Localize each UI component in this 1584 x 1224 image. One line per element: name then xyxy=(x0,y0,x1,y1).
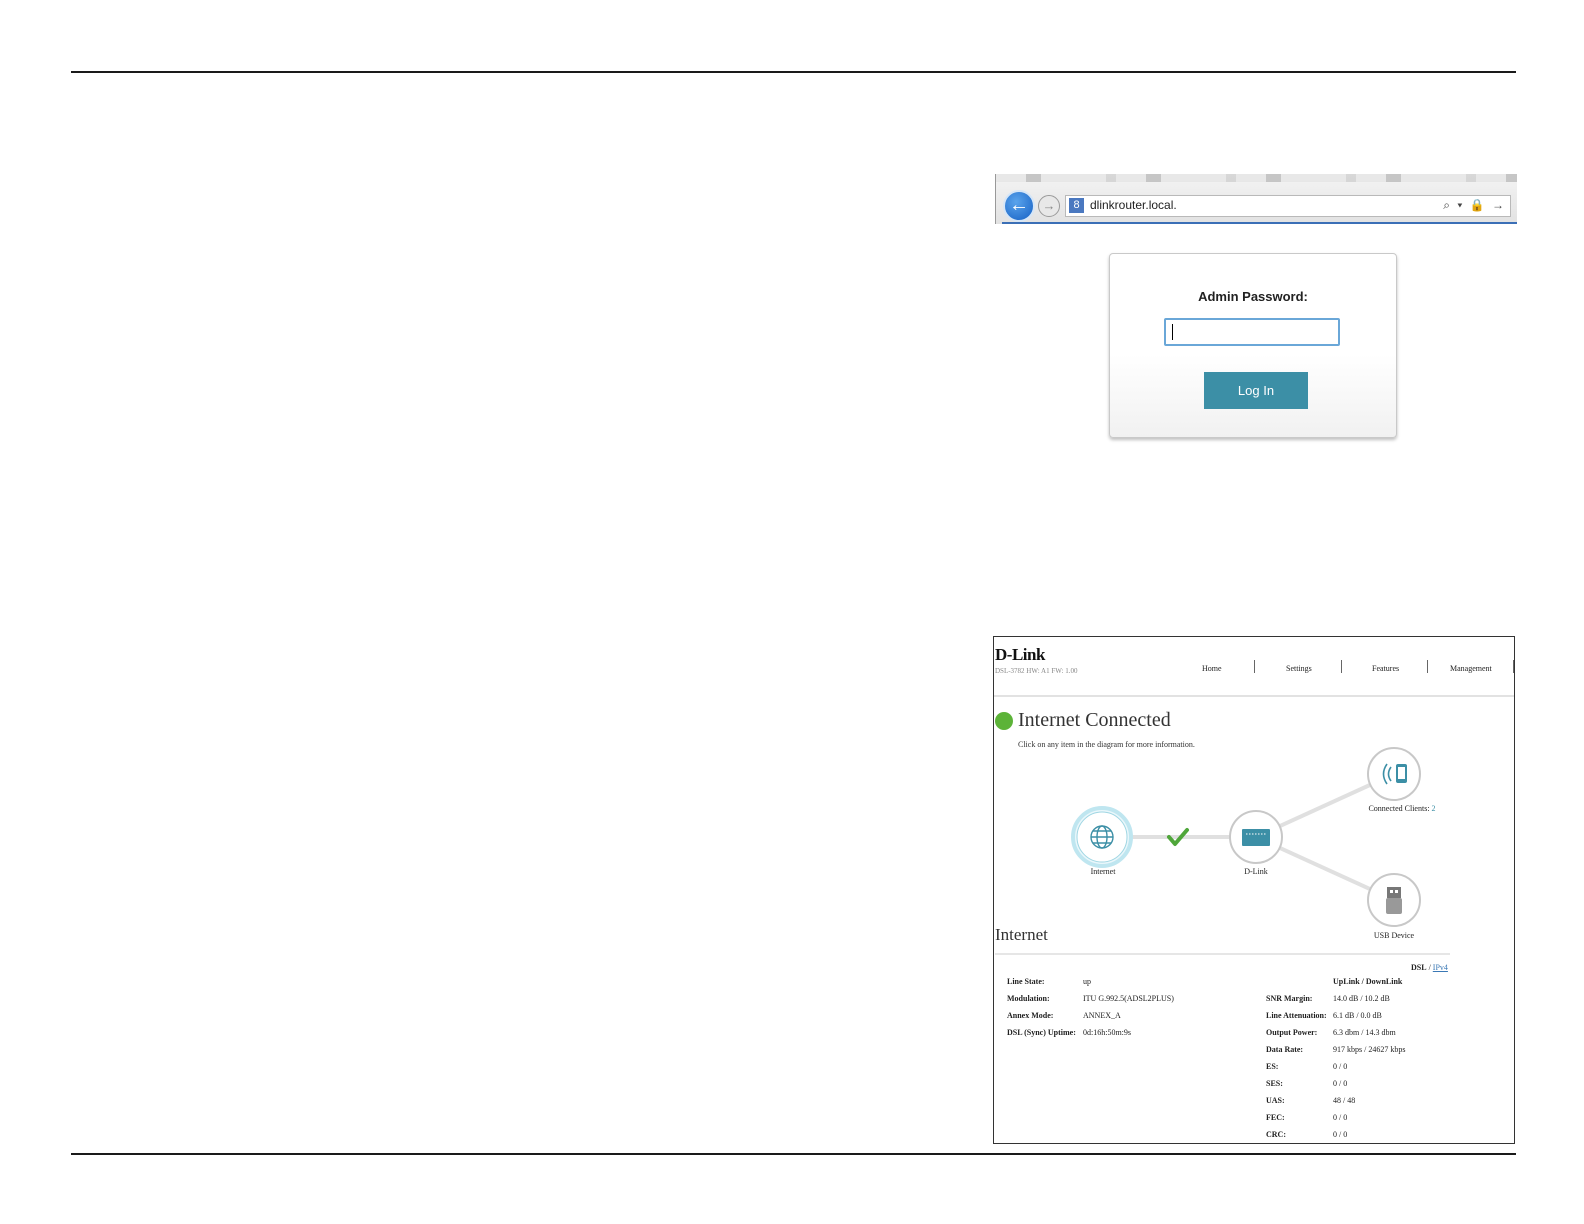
stat-key: DSL (Sync) Uptime: xyxy=(1007,1028,1076,1037)
stat-line-attenuation: Line Attenuation: xyxy=(1266,1011,1327,1020)
stat-key: Line State: xyxy=(1007,977,1045,986)
stat-uas: UAS: xyxy=(1266,1096,1285,1105)
dlink-logo: D-Link xyxy=(995,645,1045,664)
back-button[interactable]: ← xyxy=(1003,190,1035,222)
stat-line-state: Line State: xyxy=(1007,977,1045,986)
site-favicon-icon: 8 xyxy=(1069,198,1084,213)
usb-device-label: USB Device xyxy=(1373,931,1415,940)
stat-modulation: Modulation: xyxy=(1007,994,1050,1003)
internet-section-title: Internet xyxy=(995,925,1048,944)
stat-annex-mode: Annex Mode: xyxy=(1007,1011,1053,1020)
connected-clients-count: 2 xyxy=(1431,804,1436,813)
nav-separator xyxy=(1427,660,1428,673)
stat-dsl-uptime-value: 0d:16h:50m:9s xyxy=(1083,1028,1132,1037)
tab-ipv4[interactable]: IPv4 xyxy=(1433,963,1448,972)
bottom-rule xyxy=(71,1153,1516,1155)
stat-fec-value: 0 / 0 xyxy=(1333,1113,1348,1122)
nav-separator xyxy=(1341,660,1342,673)
router-header: D-Link DSL-3782 HW: A1 FW: 1.00 Home Set… xyxy=(994,637,1514,697)
stat-snr-margin: SNR Margin: xyxy=(1266,994,1313,1003)
stat-snr-margin-value: 14.0 dB / 10.2 dB xyxy=(1333,994,1390,1003)
admin-password-label: Admin Password: xyxy=(1198,289,1308,304)
tab-separator: / xyxy=(1428,963,1431,972)
stat-es: ES: xyxy=(1266,1062,1279,1071)
dsl-ipv4-tabs: DSL / IPv4 xyxy=(1411,963,1448,972)
stat-ses: SES: xyxy=(1266,1079,1283,1088)
internet-node-label: Internet xyxy=(1090,867,1116,876)
stat-dsl-uptime: DSL (Sync) Uptime: xyxy=(1007,1028,1076,1037)
section-divider xyxy=(995,953,1450,955)
connected-clients-label: Connected Clients: 2 xyxy=(1342,804,1462,813)
stat-ses-value: 0 / 0 xyxy=(1333,1079,1348,1088)
log-in-button[interactable]: Log In xyxy=(1204,372,1308,409)
nav-features[interactable]: Features xyxy=(1372,664,1399,673)
router-status-page: D-Link DSL-3782 HW: A1 FW: 1.00 Home Set… xyxy=(993,636,1515,1144)
stat-modulation-value: ITU G.992.5(ADSL2PLUS) xyxy=(1083,994,1174,1003)
top-rule xyxy=(71,71,1516,73)
connected-clients-node[interactable] xyxy=(1367,747,1421,801)
browser-address-bar: ← → 8 dlinkrouter.local. ⌕ ▾ 🔒 → xyxy=(995,174,1517,224)
stat-annex-mode-value: ANNEX_A xyxy=(1083,1011,1121,1020)
text-caret xyxy=(1172,324,1173,340)
nav-home[interactable]: Home xyxy=(1202,664,1222,673)
tab-dsl[interactable]: DSL xyxy=(1411,963,1427,972)
stat-uas-value: 48 / 48 xyxy=(1333,1096,1356,1105)
forward-arrow-icon: → xyxy=(1042,198,1056,213)
login-panel: Admin Password: Log In xyxy=(1109,253,1397,438)
stat-output-power: Output Power: xyxy=(1266,1028,1318,1037)
internet-node[interactable] xyxy=(1071,806,1133,868)
stat-key: Modulation: xyxy=(1007,994,1050,1003)
nav-separator xyxy=(1513,660,1514,673)
stat-crc: CRC: xyxy=(1266,1130,1286,1139)
url-text: dlinkrouter.local. xyxy=(1090,198,1177,212)
dlink-router-node[interactable] xyxy=(1229,810,1283,864)
address-tools-icons[interactable]: ⌕ ▾ 🔒 → xyxy=(1443,198,1506,213)
nav-separator xyxy=(1254,660,1255,673)
usb-device-node[interactable] xyxy=(1367,873,1421,927)
stat-crc-value: 0 / 0 xyxy=(1333,1130,1348,1139)
stat-es-value: 0 / 0 xyxy=(1333,1062,1348,1071)
stat-data-rate-value: 917 kbps / 24627 kbps xyxy=(1333,1045,1406,1054)
url-field[interactable]: 8 dlinkrouter.local. ⌕ ▾ 🔒 → xyxy=(1065,195,1511,217)
nav-management[interactable]: Management xyxy=(1450,664,1492,673)
dlink-node-label: D-Link xyxy=(1244,867,1268,876)
router-icon xyxy=(1242,829,1270,846)
admin-password-input[interactable] xyxy=(1164,318,1340,346)
address-bar-underline xyxy=(1002,222,1517,224)
connected-clients-text: Connected Clients: xyxy=(1368,804,1430,813)
stat-data-rate: Data Rate: xyxy=(1266,1045,1304,1054)
network-diagram xyxy=(1071,747,1421,927)
nav-settings[interactable]: Settings xyxy=(1286,664,1312,673)
browser-tabstrip xyxy=(996,174,1517,182)
stat-fec: FEC: xyxy=(1266,1113,1285,1122)
stat-line-state-value: up xyxy=(1083,977,1091,986)
forward-button[interactable]: → xyxy=(1038,195,1060,217)
uplink-downlink-header: UpLink / DownLink xyxy=(1333,977,1403,986)
stat-key: Annex Mode: xyxy=(1007,1011,1054,1020)
back-arrow-icon: ← xyxy=(1009,194,1029,216)
usb-icon xyxy=(1387,887,1401,898)
device-info: DSL-3782 HW: A1 FW: 1.00 xyxy=(995,667,1078,675)
stat-output-power-value: 6.3 dbm / 14.3 dbm xyxy=(1333,1028,1396,1037)
stat-line-attenuation-value: 6.1 dB / 0.0 dB xyxy=(1333,1011,1382,1020)
